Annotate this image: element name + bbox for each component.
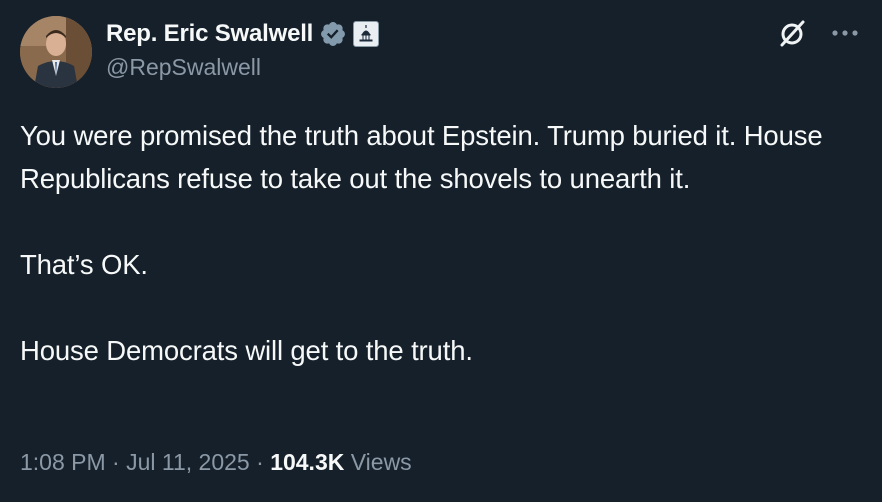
tweet-paragraph: You were promised the truth about Epstei… bbox=[20, 120, 823, 194]
author-name-row[interactable]: Rep. Eric Swalwell bbox=[106, 17, 380, 51]
grok-icon[interactable] bbox=[778, 18, 808, 48]
tweet-paragraph: House Democrats will get to the truth. bbox=[20, 335, 473, 366]
tweet-meta: 1:08 PM · Jul 11, 2025 · 104.3K Views bbox=[20, 449, 412, 476]
author-display-name[interactable]: Rep. Eric Swalwell bbox=[106, 20, 313, 48]
meta-separator: · bbox=[249, 449, 271, 475]
capitol-dome-icon[interactable] bbox=[353, 21, 380, 47]
tweet-card: Rep. Eric Swalwell @RepSwalwell You were… bbox=[0, 0, 882, 502]
tweet-date[interactable]: Jul 11, 2025 bbox=[126, 449, 250, 475]
tweet-time[interactable]: 1:08 PM bbox=[20, 449, 106, 475]
views-count: 104.3K bbox=[270, 449, 345, 475]
meta-separator: · bbox=[105, 449, 127, 475]
verified-badge-icon[interactable] bbox=[319, 20, 347, 48]
author-handle[interactable]: @RepSwalwell bbox=[106, 54, 261, 81]
author-avatar[interactable] bbox=[20, 16, 92, 88]
tweet-paragraph: That’s OK. bbox=[20, 249, 148, 280]
more-options-icon[interactable] bbox=[830, 28, 860, 38]
tweet-text: You were promised the truth about Epstei… bbox=[20, 114, 865, 372]
avatar-photo bbox=[20, 16, 92, 88]
views-label: Views bbox=[350, 449, 412, 475]
